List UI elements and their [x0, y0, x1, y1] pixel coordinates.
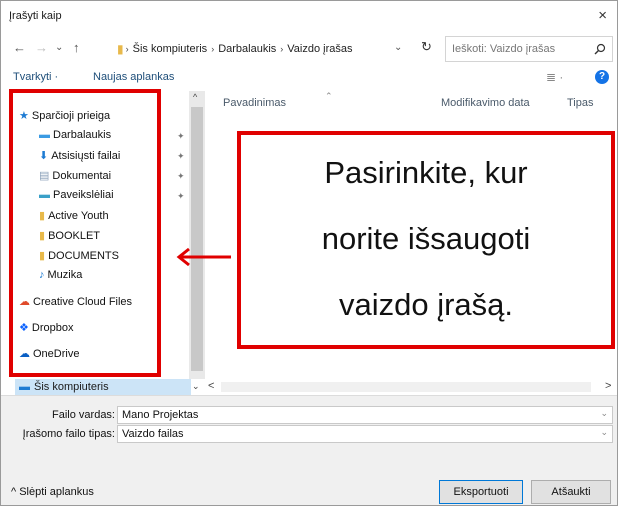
scroll-up-icon[interactable]: ^	[193, 92, 197, 102]
window-title: Įrašyti kaip	[9, 10, 62, 22]
column-header-type[interactable]: Tipas	[567, 97, 594, 109]
sidebar-item-label: Šis kompiuteris	[34, 381, 109, 393]
breadcrumb-this-pc[interactable]: Šis kompiuteris	[133, 43, 208, 55]
toolbar: Tvarkyti · Naujas aplankas ≣ · ?	[1, 65, 617, 91]
pin-icon[interactable]: ✦	[177, 151, 185, 162]
breadcrumb-separator: ›	[125, 44, 129, 54]
view-options-icon[interactable]: ≣ ·	[546, 70, 563, 84]
folder-icon: ▮	[117, 42, 124, 56]
hide-folders-button[interactable]: ^ Slėpti aplankus	[11, 486, 94, 498]
up-arrow-icon[interactable]: ↑	[73, 40, 80, 55]
search-icon	[594, 43, 606, 55]
callout-line: Pasirinkite, kur	[324, 155, 528, 190]
callout-line: vaizdo įrašą.	[338, 287, 514, 322]
navigation-bar: ← → ⌄ ↑ ▮ › Šis kompiuteris › Darbalauki…	[1, 31, 617, 65]
pin-icon[interactable]: ✦	[177, 131, 185, 142]
pin-icon[interactable]: ✦	[177, 171, 185, 182]
title-bar: Įrašyti kaip ×	[1, 1, 617, 31]
filename-value: Mano Projektas	[122, 409, 199, 421]
filetype-label: Įrašomo failo tipas:	[22, 428, 115, 440]
address-dropdown-icon[interactable]: ⌄	[394, 42, 402, 53]
breadcrumb-separator: ›	[280, 44, 284, 54]
scroll-right-icon[interactable]: >	[605, 380, 611, 392]
organize-button[interactable]: Tvarkyti ·	[13, 71, 58, 83]
scroll-down-icon[interactable]: ⌄	[192, 381, 200, 392]
chevron-down-icon[interactable]: ⌄	[600, 427, 608, 438]
export-button[interactable]: Eksportuoti	[439, 480, 523, 504]
close-icon[interactable]: ×	[598, 7, 607, 24]
sort-icon: ⌃	[325, 91, 333, 101]
callout-line: norite išsaugoti	[321, 221, 531, 256]
address-bar[interactable]: ▮ › Šis kompiuteris › Darbalaukis › Vaiz…	[117, 37, 415, 61]
sidebar-item-this-pc[interactable]: ▬ Šis kompiuteris	[15, 379, 191, 395]
breadcrumb-video[interactable]: Vaizdo įrašas	[287, 43, 352, 55]
refresh-icon[interactable]: ↻	[421, 39, 432, 55]
filename-input[interactable]: Mano Projektas ⌄	[117, 406, 613, 424]
filename-label: Failo vardas:	[52, 409, 115, 421]
column-header-date[interactable]: Modifikavimo data	[441, 97, 530, 109]
chevron-down-icon[interactable]: ⌄	[600, 408, 608, 419]
instruction-callout: Pasirinkite, kur norite išsaugoti vaizdo…	[237, 131, 615, 349]
sidebar-scrollbar[interactable]: ^	[189, 91, 205, 379]
help-icon[interactable]: ?	[595, 70, 609, 84]
sidebar-highlight-box	[9, 89, 161, 377]
save-as-dialog: Įrašyti kaip × ← → ⌄ ↑ ▮ › Šis kompiuter…	[0, 0, 618, 506]
filetype-value: Vaizdo failas	[122, 428, 184, 440]
cancel-button[interactable]: Atšaukti	[531, 480, 611, 504]
back-arrow-icon[interactable]: ←	[13, 40, 26, 55]
forward-arrow-icon[interactable]: →	[35, 40, 48, 55]
search-placeholder: Ieškoti: Vaizdo įrašas	[452, 43, 556, 55]
computer-icon: ▬	[19, 381, 30, 393]
horizontal-scrollbar[interactable]	[221, 382, 591, 392]
breadcrumb-separator: ›	[211, 44, 215, 54]
arrow-left-icon	[176, 247, 231, 267]
pane-scroll-row: ▬ Šis kompiuteris ⌄ < >	[1, 379, 617, 395]
search-input[interactable]: Ieškoti: Vaizdo įrašas	[445, 36, 613, 62]
column-header-name[interactable]: Pavadinimas	[223, 97, 286, 109]
scroll-left-icon[interactable]: <	[208, 380, 214, 392]
recent-locations-icon[interactable]: ⌄	[55, 42, 63, 53]
save-form: Failo vardas: Mano Projektas ⌄ Įrašomo f…	[1, 395, 617, 505]
pin-icon[interactable]: ✦	[177, 191, 185, 202]
new-folder-button[interactable]: Naujas aplankas	[93, 71, 174, 83]
breadcrumb-desktop[interactable]: Darbalaukis	[218, 43, 276, 55]
filetype-select[interactable]: Vaizdo failas ⌄	[117, 425, 613, 443]
scrollbar-thumb[interactable]	[191, 107, 203, 371]
